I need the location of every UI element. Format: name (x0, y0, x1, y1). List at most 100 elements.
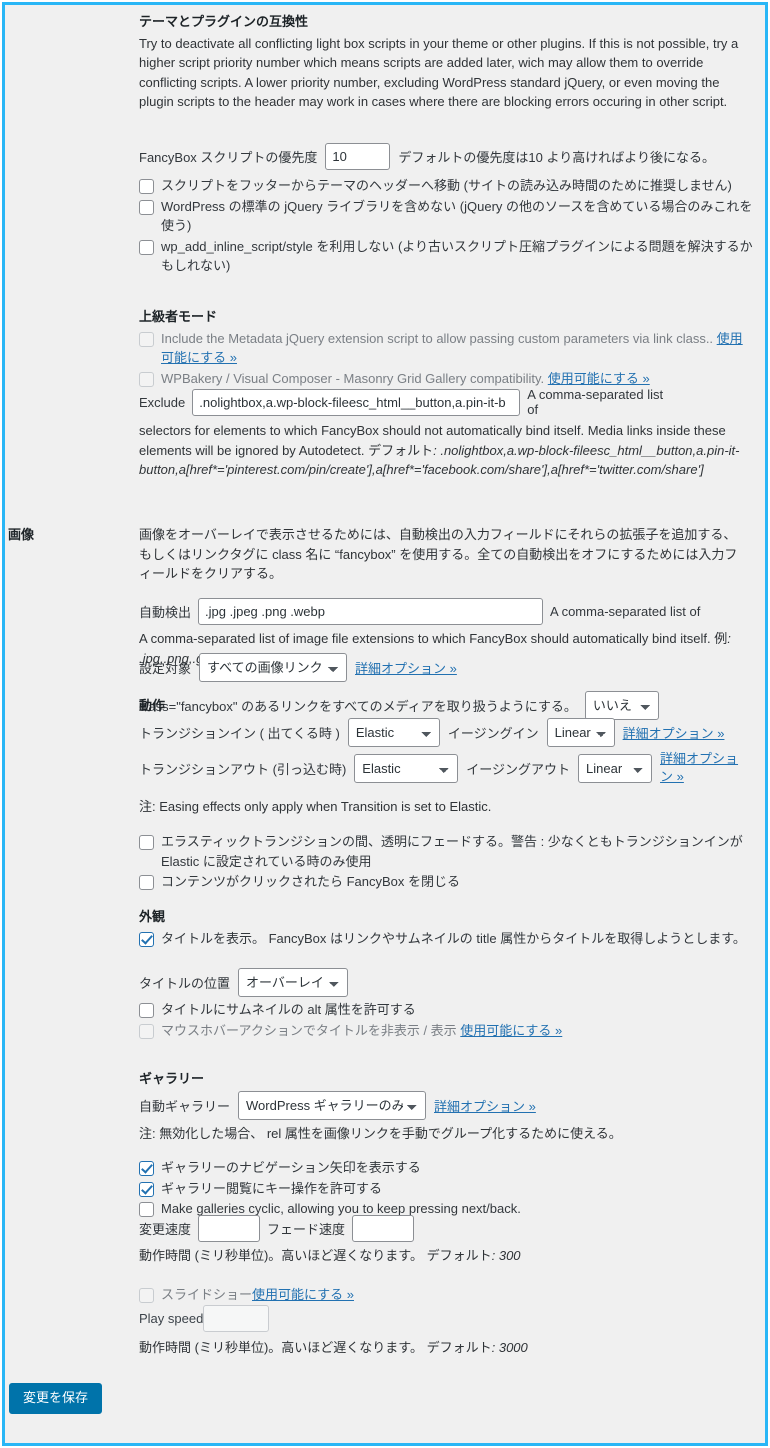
exclude-jquery-checkbox[interactable] (139, 199, 154, 215)
checkbox-row-alt-attr[interactable]: タイトルにサムネイルの alt 属性を許可する (139, 1000, 755, 1020)
exclude-row: Exclude A comma-separated list of select… (139, 387, 755, 480)
speed-hint: 動作時間 (ミリ秒単位)。高いほど遅くなります。 デフォルト: 300 (139, 1246, 755, 1266)
behavior-checkbox-group: エラスティックトランジションの間、透明にフェードする。警告 : 少なくともトラン… (139, 831, 755, 893)
appearance-heading: 外観 (139, 909, 166, 924)
exclude-jquery-label: WordPress の標準の jQuery ライブラリを含めない (jQuery… (161, 198, 753, 234)
checkbox-row-slideshow[interactable]: スライドショー使用可能にする » (139, 1285, 755, 1305)
slideshow-enable-link[interactable]: 使用可能にする » (252, 1287, 354, 1302)
move-to-header-checkbox[interactable] (139, 179, 154, 194)
priority-input[interactable] (325, 143, 391, 170)
theme-compat-heading: テーマとプラグインの互換性 (139, 14, 309, 29)
checkbox-row-hover-title[interactable]: マウスホバーアクションでタイトルを非表示 / 表示 使用可能にする » (139, 1021, 755, 1041)
autodetect-hint-lead: A comma-separated list of (550, 604, 701, 619)
images-description: 画像をオーバーレイで表示させるためには、自動検出の入力フィールドにそれらの拡張子… (139, 527, 738, 581)
metadata-checkbox[interactable] (139, 331, 154, 347)
transition-in-row: トランジションイン ( 出てくる時 ) Elastic イージングイン Line… (139, 718, 755, 747)
gallery-heading: ギャラリー (139, 1071, 205, 1086)
checkbox-row-no-jquery[interactable]: WordPress の標準の jQuery ライブラリを含めない (jQuery… (139, 197, 755, 236)
settings-page-body: テーマとプラグインの互換性 Try to deactivate all conf… (5, 5, 765, 1443)
transition-out-label: トランジションアウト (引っ込む時) (139, 761, 347, 777)
play-speed-label: Play speed (139, 1311, 204, 1326)
gallery-checkbox-group: ギャラリーのナビゲーション矢印を表示する ギャラリー閲覧にキー操作を許可する M… (139, 1157, 755, 1220)
checkbox-row-wpbakery[interactable]: WPBakery / Visual Composer - Masonry Gri… (139, 369, 755, 389)
easing-in-label: イージングイン (447, 726, 539, 741)
auto-gallery-row: 自動ギャラリー WordPress ギャラリーのみ 詳細オプション » 注: 無… (139, 1091, 755, 1144)
slideshow-checkbox[interactable] (139, 1288, 154, 1303)
move-to-header-label: スクリプトをフッターからテーマのヘッダーへ移動 (サイトの読み込み時間のために推… (161, 178, 732, 193)
autodetect-example-label: 例 (714, 631, 728, 646)
change-speed-input[interactable] (198, 1215, 261, 1242)
checkbox-row-keyboard[interactable]: ギャラリー閲覧にキー操作を許可する (139, 1179, 755, 1199)
gallery-section: ギャラリー (139, 1070, 755, 1091)
fade-speed-input[interactable] (352, 1215, 415, 1242)
transition-out-select[interactable]: Elastic (354, 753, 459, 783)
autodetect-label: 自動検出 (139, 605, 192, 620)
alt-attribute-label: タイトルにサムネイルの alt 属性を許可する (161, 1002, 416, 1017)
checkbox-row-click-close[interactable]: コンテンツがクリックされたら FancyBox を閉じる (139, 872, 755, 892)
checkbox-row-metadata[interactable]: Include the Metadata jQuery extension sc… (139, 329, 755, 368)
no-inline-script-label: wp_add_inline_script/style を利用しない (より古いス… (161, 238, 753, 274)
priority-row: FancyBox スクリプトの優先度 デフォルトの優先度は10 より高ければより… (139, 143, 755, 170)
title-position-row: タイトルの位置 オーバーレイ (139, 968, 755, 997)
play-speed-input[interactable] (203, 1305, 270, 1332)
transition-in-select[interactable]: Elastic (347, 718, 440, 747)
alt-attribute-checkbox[interactable] (139, 1003, 154, 1018)
nav-arrows-checkbox[interactable] (139, 1161, 154, 1176)
hover-title-enable-link[interactable]: 使用可能にする » (460, 1023, 562, 1038)
images-section: 画像をオーバーレイで表示させるためには、自動検出の入力フィールドにそれらの拡張子… (139, 525, 755, 584)
exclude-hint: selectors for elements to which FancyBox… (139, 421, 749, 480)
speed-default-label: デフォルト (426, 1248, 492, 1263)
target-select[interactable]: すべての画像リンク (199, 653, 348, 682)
settings-page-frame: テーマとプラグインの互換性 Try to deactivate all conf… (2, 2, 768, 1446)
auto-gallery-select[interactable]: WordPress ギャラリーのみ (238, 1091, 427, 1120)
theme-compat-description: Try to deactivate all conflicting light … (139, 35, 739, 110)
change-speed-label: 変更速度 (139, 1222, 192, 1237)
wpbakery-checkbox[interactable] (139, 371, 154, 387)
transition-in-advanced-link[interactable]: 詳細オプション » (623, 723, 725, 742)
click-close-checkbox[interactable] (139, 875, 154, 890)
play-hint: 動作時間 (ミリ秒単位)。高いほど遅くなります。 デフォルト: 3000 (139, 1338, 755, 1358)
transition-out-row: トランジションアウト (引っ込む時) Elastic イージングアウト Line… (139, 750, 755, 786)
no-inline-script-checkbox[interactable] (139, 239, 154, 255)
checkbox-row-move-header[interactable]: スクリプトをフッターからテーマのヘッダーへ移動 (サイトの読み込み時間のために推… (139, 176, 755, 196)
easing-out-select[interactable]: Linear (578, 753, 653, 783)
title-position-label: タイトルの位置 (139, 976, 231, 991)
keyboard-checkbox[interactable] (139, 1181, 154, 1197)
save-changes-button[interactable]: 変更を保存 (9, 1383, 103, 1415)
click-close-label: コンテンツがクリックされたら FancyBox を閉じる (161, 874, 461, 889)
theme-compat-checkbox-group: スクリプトをフッターからテーマのヘッダーへ移動 (サイトの読み込み時間のために推… (139, 175, 755, 277)
target-advanced-link[interactable]: 詳細オプション » (355, 658, 457, 677)
auto-gallery-advanced-link[interactable]: 詳細オプション » (434, 1096, 536, 1115)
exclude-input[interactable] (192, 388, 521, 416)
exclude-label: Exclude (139, 394, 186, 410)
play-speed-row: Play speed 動作時間 (ミリ秒単位)。高いほど遅くなります。 デフォル… (139, 1305, 755, 1358)
keyboard-label: ギャラリー閲覧にキー操作を許可する (161, 1180, 383, 1196)
transition-out-advanced-link[interactable]: 詳細オプション » (660, 750, 746, 786)
wpbakery-label: WPBakery / Visual Composer - Masonry Gri… (161, 370, 545, 386)
checkbox-row-nav-arrows[interactable]: ギャラリーのナビゲーション矢印を表示する (139, 1158, 755, 1178)
behavior-section: 動作 (139, 697, 755, 718)
easing-in-select[interactable]: Linear (546, 718, 615, 747)
title-position-select[interactable]: オーバーレイ (238, 968, 349, 997)
show-title-checkbox[interactable] (139, 931, 154, 947)
auto-gallery-label: 自動ギャラリー (139, 1099, 231, 1114)
behavior-note: 注: Easing effects only apply when Transi… (139, 797, 755, 817)
autodetect-input[interactable] (198, 598, 544, 625)
target-row: 設定対象 すべての画像リンク 詳細オプション » (139, 653, 755, 682)
images-section-label: 画像 (8, 527, 35, 542)
metadata-label: Include the Metadata jQuery extension sc… (161, 330, 714, 346)
checkbox-row-no-inline-script[interactable]: wp_add_inline_script/style を利用しない (より古いス… (139, 237, 755, 276)
fade-transparency-checkbox[interactable] (139, 835, 154, 850)
hover-title-checkbox[interactable] (139, 1023, 154, 1039)
behavior-heading: 動作 (139, 698, 166, 713)
appearance-checkbox-group: タイトルにサムネイルの alt 属性を許可する マウスホバーアクションでタイトル… (139, 999, 755, 1041)
checkbox-row-show-title[interactable]: タイトルを表示。 FancyBox はリンクやサムネイルの title 属性から… (139, 929, 755, 949)
advanced-section: 上級者モード Include the Metadata jQuery exten… (139, 308, 755, 389)
checkbox-row-fade[interactable]: エラスティックトランジションの間、透明にフェードする。警告 : 少なくともトラン… (139, 832, 755, 871)
speed-default-value: : 300 (491, 1248, 521, 1263)
priority-label: FancyBox スクリプトの優先度 (139, 150, 318, 165)
wpbakery-enable-link[interactable]: 使用可能にする » (548, 371, 650, 386)
gallery-note: 注: 無効化した場合、 rel 属性を画像リンクを手動でグループ化するために使え… (139, 1126, 622, 1141)
speed-row: 変更速度 フェード速度 動作時間 (ミリ秒単位)。高いほど遅くなります。 デフォ… (139, 1215, 755, 1266)
autodetect-hint-text: A comma-separated list of image file ext… (139, 631, 711, 646)
